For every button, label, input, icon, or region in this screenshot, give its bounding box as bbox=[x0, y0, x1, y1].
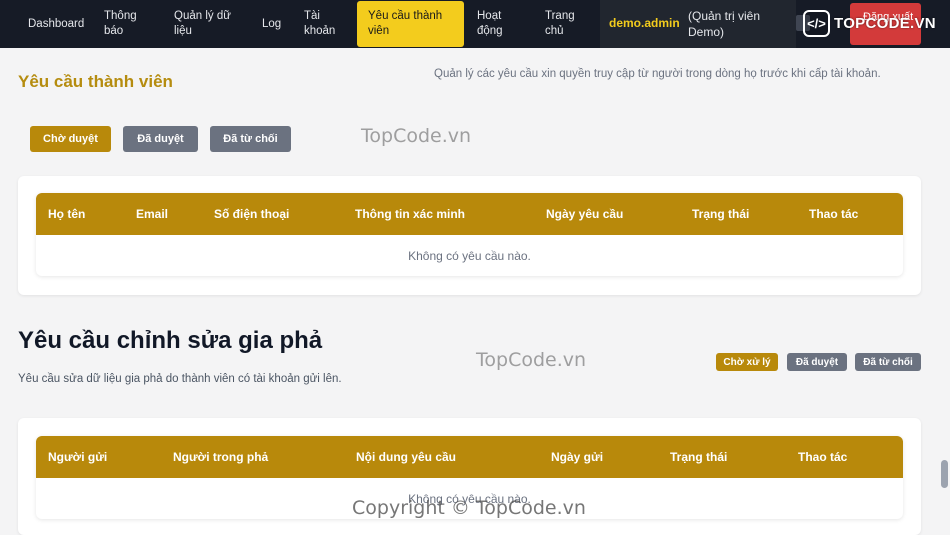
scrollbar-thumb[interactable] bbox=[941, 460, 948, 488]
member-tab-pending[interactable]: Chờ duyệt bbox=[30, 126, 111, 152]
nav-accounts[interactable]: Tài khoản bbox=[304, 0, 340, 48]
nav-activity[interactable]: Hoạt động bbox=[477, 0, 517, 48]
column-header: Người gửi bbox=[48, 450, 108, 464]
edit-tab-pending[interactable]: Chờ xử lý bbox=[716, 353, 778, 371]
nav-dashboard[interactable]: Dashboard bbox=[28, 0, 84, 48]
member-requests-card: Họ tên Email Số điện thoại Thông tin xác… bbox=[18, 176, 921, 295]
member-requests-description: Quản lý các yêu cầu xin quyền truy cập t… bbox=[434, 68, 881, 80]
column-header: Thao tác bbox=[798, 450, 848, 464]
user-role: (Quản trị viên Demo) bbox=[688, 9, 761, 39]
watermark-copyright: Copyright © TopCode.vn bbox=[352, 497, 586, 519]
top-navbar: Dashboard Thông báo Quản lý dữ liệu Log … bbox=[0, 0, 950, 48]
column-header: Họ tên bbox=[48, 207, 86, 221]
edit-tab-approved[interactable]: Đã duyệt bbox=[787, 353, 847, 371]
column-header: Ngày yêu cầu bbox=[546, 207, 624, 221]
nav-home[interactable]: Trang chủ bbox=[545, 0, 585, 48]
edit-tab-rejected[interactable]: Đã từ chối bbox=[855, 353, 921, 371]
watermark-logo: </> TOPCODE.VN bbox=[803, 10, 936, 37]
code-icon: </> bbox=[803, 10, 830, 37]
column-header: Trạng thái bbox=[670, 450, 728, 464]
member-tab-rejected[interactable]: Đã từ chối bbox=[210, 126, 291, 152]
column-header: Trạng thái bbox=[692, 207, 750, 221]
column-header: Người trong phả bbox=[173, 450, 269, 464]
edit-requests-description: Yêu cầu sửa dữ liệu gia phả do thành viê… bbox=[18, 373, 342, 385]
nav-notifications[interactable]: Thông báo bbox=[104, 0, 152, 48]
column-header: Thông tin xác minh bbox=[355, 207, 465, 221]
watermark-logo-text: TOPCODE.VN bbox=[834, 15, 936, 32]
nav-member-requests[interactable]: Yêu cầu thành viên bbox=[357, 1, 464, 47]
member-requests-table: Họ tên Email Số điện thoại Thông tin xác… bbox=[36, 193, 903, 276]
user-name: demo.admin bbox=[609, 16, 680, 30]
edit-requests-title: Yêu cầu chỉnh sửa gia phả bbox=[18, 327, 323, 354]
watermark-text: TopCode.vn bbox=[476, 349, 587, 371]
table-header: Họ tên Email Số điện thoại Thông tin xác… bbox=[36, 193, 903, 235]
column-header: Số điện thoại bbox=[214, 207, 290, 221]
member-requests-title: Yêu cầu thành viên bbox=[18, 72, 173, 91]
nav-log[interactable]: Log bbox=[262, 0, 281, 48]
column-header: Email bbox=[136, 207, 169, 221]
member-tab-approved[interactable]: Đã duyệt bbox=[123, 126, 198, 152]
empty-state-text: Không có yêu cầu nào. bbox=[408, 249, 531, 263]
column-header: Thao tác bbox=[809, 207, 859, 221]
column-header: Ngày gửi bbox=[551, 450, 604, 464]
column-header: Nội dung yêu cầu bbox=[356, 450, 457, 464]
table-header: Người gửi Người trong phả Nội dung yêu c… bbox=[36, 436, 903, 478]
watermark-text: TopCode.vn bbox=[361, 125, 472, 147]
nav-data-management[interactable]: Quản lý dữ liệu bbox=[174, 0, 240, 48]
